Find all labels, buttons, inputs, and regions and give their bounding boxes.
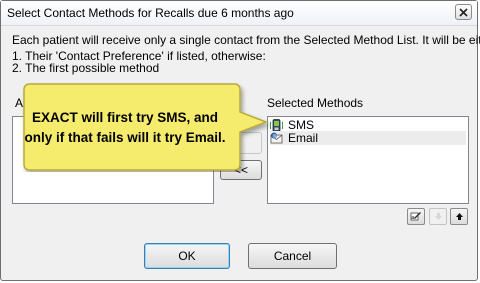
- edit-icon: a: [410, 212, 421, 221]
- svg-text:a: a: [411, 215, 414, 221]
- selected-method-label: SMS: [288, 118, 315, 132]
- ok-button[interactable]: OK: [144, 243, 230, 269]
- arrow-down-icon: [434, 213, 442, 220]
- instruction-line-3: 2. The first possible method: [12, 61, 160, 75]
- move-down-button[interactable]: [429, 208, 447, 225]
- selected-method-item[interactable]: SMS: [269, 118, 466, 132]
- window-title: Select Contact Methods for Recalls due 6…: [7, 6, 294, 20]
- close-button[interactable]: [455, 4, 472, 20]
- close-icon: [459, 8, 468, 17]
- move-up-button[interactable]: [450, 208, 468, 225]
- arrow-up-icon: [455, 213, 463, 220]
- selected-methods-list[interactable]: SMS @ Email: [267, 116, 469, 204]
- ok-button-label: OK: [178, 249, 196, 263]
- callout-text: EXACT will first try SMS, and only if th…: [24, 110, 226, 145]
- edit-method-button[interactable]: a: [407, 208, 425, 225]
- selected-method-label: Email: [288, 131, 319, 145]
- selected-method-item[interactable]: @ Email: [270, 131, 466, 145]
- cancel-button[interactable]: Cancel: [248, 243, 337, 269]
- instruction-line-1: Each patient will receive only a single …: [12, 33, 480, 47]
- title-bar: Select Contact Methods for Recalls due 6…: [1, 1, 477, 26]
- cancel-button-label: Cancel: [273, 249, 312, 263]
